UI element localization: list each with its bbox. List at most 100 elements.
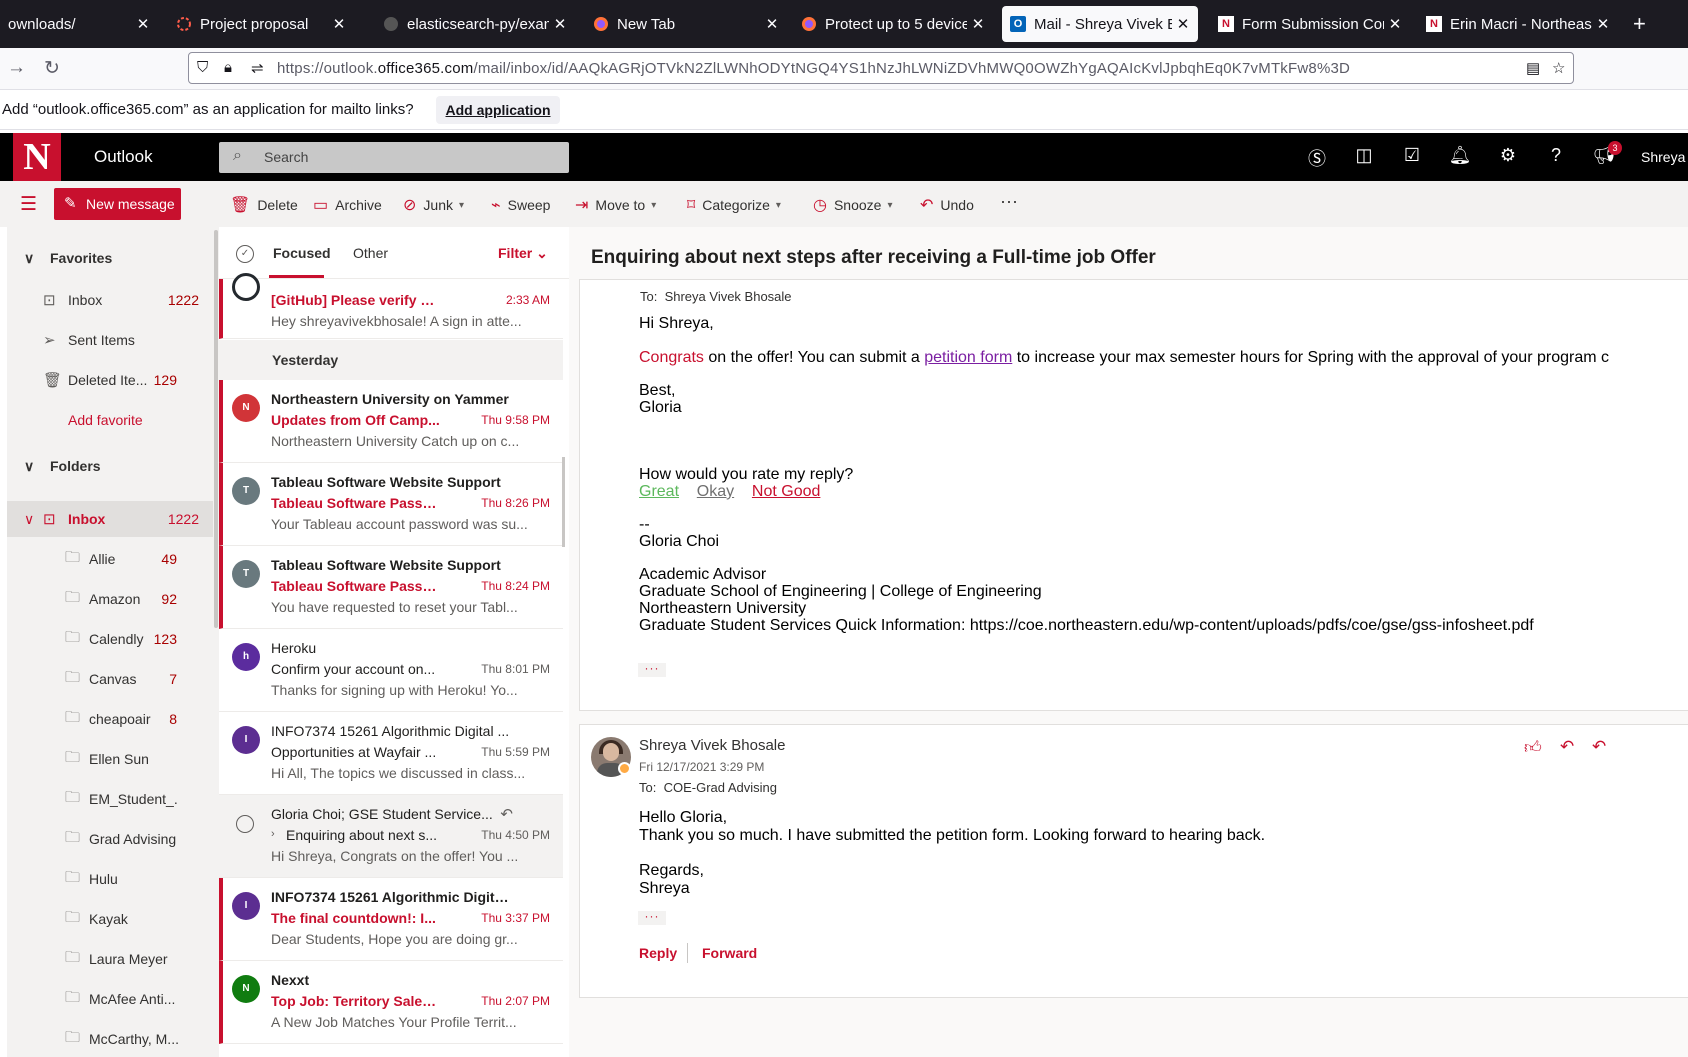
- junk-button[interactable]: ⊘ Junk ▾: [403, 195, 464, 215]
- subfolder-item[interactable]: 🗀︎ Canvas 7: [7, 661, 213, 697]
- more-actions-button[interactable]: ···: [1000, 191, 1018, 212]
- close-icon[interactable]: ✕: [136, 15, 150, 33]
- favorite-inbox[interactable]: ⊡ Inbox 1222: [7, 282, 213, 318]
- office-icon[interactable]: ◫: [1352, 145, 1376, 166]
- close-icon[interactable]: ✕: [1176, 15, 1190, 33]
- message-list-scrollbar[interactable]: [562, 457, 565, 547]
- subfolder-item[interactable]: 🗀︎ Hulu: [7, 861, 213, 897]
- folder-inbox[interactable]: ∨ ⊡ Inbox 1222: [7, 501, 213, 537]
- chevron-right-icon[interactable]: ›: [271, 828, 275, 840]
- close-icon[interactable]: ✕: [1596, 15, 1610, 33]
- subfolder-item[interactable]: 🗀︎ EM_Student_...: [7, 781, 213, 817]
- filter-button[interactable]: Filter ⌄: [498, 245, 548, 262]
- favorite-deleted-items[interactable]: 🗑︎ Deleted Ite... 129: [7, 362, 213, 398]
- gear-icon[interactable]: ⚙: [1496, 145, 1520, 166]
- browser-tab-project-proposal[interactable]: Project proposal ✕: [168, 6, 354, 42]
- close-icon[interactable]: ✕: [1388, 15, 1402, 33]
- select-radio[interactable]: [236, 815, 254, 833]
- search-input[interactable]: ⌕ Search: [219, 142, 569, 173]
- close-icon[interactable]: ✕: [765, 15, 779, 33]
- categorize-button[interactable]: ⌑ Categorize ▾: [687, 195, 781, 215]
- browser-tab-new-tab[interactable]: New Tab ✕: [585, 6, 787, 42]
- reload-icon[interactable]: ↻: [44, 57, 60, 80]
- like-icon[interactable]: 👍︎: [1524, 737, 1542, 758]
- subfolder-item[interactable]: 🗀︎ McAfee Anti...: [7, 981, 213, 1017]
- forward-button[interactable]: Forward: [702, 945, 757, 961]
- hamburger-menu-icon[interactable]: ☰: [20, 193, 37, 216]
- subfolder-item[interactable]: 🗀︎ Calendly 123: [7, 621, 213, 657]
- northeastern-logo[interactable]: N: [13, 133, 61, 181]
- skype-icon[interactable]: Ⓢ: [1305, 145, 1329, 171]
- message-list-item[interactable]: [GitHub] Please verify your ... 2:33 AM He…: [219, 273, 563, 339]
- message-list-item[interactable]: Gloria Choi; GSE Student Service... Enqui…: [219, 795, 563, 878]
- forward-arrow-icon[interactable]: →: [7, 57, 26, 79]
- snooze-button[interactable]: ◷ Snooze ▾: [813, 195, 892, 215]
- subfolder-item[interactable]: 🗀︎ Ellen Sun: [7, 741, 213, 777]
- rate-great-link[interactable]: Great: [639, 483, 679, 500]
- subfolder-item[interactable]: 🗀︎ Grad Advising: [7, 821, 213, 857]
- subfolder-item[interactable]: 🗀︎ cheapoair 8: [7, 701, 213, 737]
- rate-notgood-link[interactable]: Not Good: [752, 483, 820, 500]
- close-icon[interactable]: ✕: [553, 15, 567, 33]
- subfolder-item[interactable]: 🗀︎ McCarthy, M...: [7, 1021, 213, 1057]
- favorites-header[interactable]: ∨ Favorites: [7, 240, 213, 276]
- message-list-item[interactable]: T Tableau Software Website Support Tableau…: [219, 463, 563, 546]
- permissions-icon[interactable]: ⇌: [251, 59, 264, 77]
- add-favorite-link[interactable]: Add favorite: [7, 402, 213, 438]
- browser-tab-elasticsearch[interactable]: elasticsearch-py/examp ✕: [375, 6, 575, 42]
- message-list-item[interactable]: N Nexxt Top Job: Territory Sales ... Thu 2:…: [219, 961, 563, 1044]
- help-icon[interactable]: ?: [1544, 145, 1568, 166]
- url-bar[interactable]: ⛉ 🔒︎ ⇌ https://outlook.office365.com/mai…: [188, 52, 1574, 84]
- my-day-icon[interactable]: ☑: [1400, 145, 1424, 166]
- browser-tab-form-submission[interactable]: N Form Submission Confi ✕: [1210, 6, 1410, 42]
- new-message-button[interactable]: ✎ New message: [54, 188, 181, 220]
- reader-view-icon[interactable]: ▤: [1526, 59, 1540, 77]
- sweep-button[interactable]: ⌁ Sweep: [491, 195, 550, 215]
- subfolder-item[interactable]: 🗀︎ Amazon 92: [7, 581, 213, 617]
- close-icon[interactable]: ✕: [971, 15, 985, 33]
- archive-button[interactable]: ▭ Archive: [313, 195, 382, 215]
- message-list-item[interactable]: I INFO7374 15261 Algorithmic Digital ... O…: [219, 712, 563, 795]
- show-more-button[interactable]: ···: [638, 662, 666, 677]
- favorite-sent-items[interactable]: ➢ Sent Items: [7, 322, 213, 358]
- reply-icon[interactable]: ↶: [1560, 737, 1574, 757]
- user-name[interactable]: Shreya V: [1641, 149, 1688, 165]
- reply-all-icon[interactable]: ↶: [1592, 737, 1606, 757]
- reply-button[interactable]: Reply: [639, 945, 677, 961]
- tab-focused[interactable]: Focused: [273, 245, 331, 261]
- lock-icon[interactable]: 🔒︎: [224, 59, 232, 76]
- folder-scrollbar[interactable]: [214, 230, 218, 628]
- subfolder-item[interactable]: 🗀︎ Kayak: [7, 901, 213, 937]
- show-more-button[interactable]: ···: [638, 910, 666, 925]
- block-icon: ⊘: [403, 197, 417, 214]
- folders-header[interactable]: ∨ Folders: [7, 448, 213, 484]
- move-to-button[interactable]: ⇥ Move to ▾: [575, 195, 656, 215]
- subfolder-item[interactable]: 🗀︎ Laura Meyer: [7, 941, 213, 977]
- tab-other[interactable]: Other: [353, 245, 388, 261]
- petition-form-link[interactable]: petition form: [924, 349, 1012, 366]
- new-tab-plus-icon[interactable]: +: [1633, 12, 1646, 36]
- shield-icon[interactable]: ⛉: [197, 59, 208, 76]
- delete-button[interactable]: 🗑︎ Delete: [230, 195, 298, 215]
- browser-tab-protect[interactable]: Protect up to 5 devices ✕: [793, 6, 993, 42]
- browser-tab-erin-macri[interactable]: N Erin Macri - Northeaste ✕: [1418, 6, 1618, 42]
- rating-links: Great Okay Not Good: [639, 483, 820, 501]
- subfolder-item[interactable]: 🗀︎ Allie 49: [7, 541, 213, 577]
- undo-button[interactable]: ↶ Undo: [920, 195, 974, 215]
- add-application-button[interactable]: Add application: [436, 96, 560, 124]
- select-all-checkbox[interactable]: ✓: [236, 245, 254, 263]
- bell-icon[interactable]: 🔔︎: [1448, 145, 1472, 166]
- bookmark-star-icon[interactable]: ☆: [1552, 59, 1565, 77]
- sender-name[interactable]: Shreya Vivek Bhosale: [639, 737, 785, 755]
- message-list-item[interactable]: I INFO7374 15261 Algorithmic Digital ... T…: [219, 878, 563, 961]
- close-icon[interactable]: ✕: [332, 15, 346, 33]
- message-list-item[interactable]: N Northeastern University on Yammer Update…: [219, 380, 563, 463]
- rate-okay-link[interactable]: Okay: [697, 483, 734, 500]
- recipient-line: To: Shreya Vivek Bhosale: [640, 289, 792, 304]
- browser-tab-downloads[interactable]: ownloads/ ✕: [0, 6, 158, 42]
- message-list-item[interactable]: T Tableau Software Website Support Tableau…: [219, 546, 563, 629]
- app-name[interactable]: Outlook: [94, 147, 153, 167]
- archive-icon: ▭: [313, 197, 329, 214]
- browser-tab-mail[interactable]: O Mail - Shreya Vivek Bho ✕: [1002, 6, 1198, 42]
- message-list-item[interactable]: h Heroku Confirm your account on... Thu 8:0…: [219, 629, 563, 712]
